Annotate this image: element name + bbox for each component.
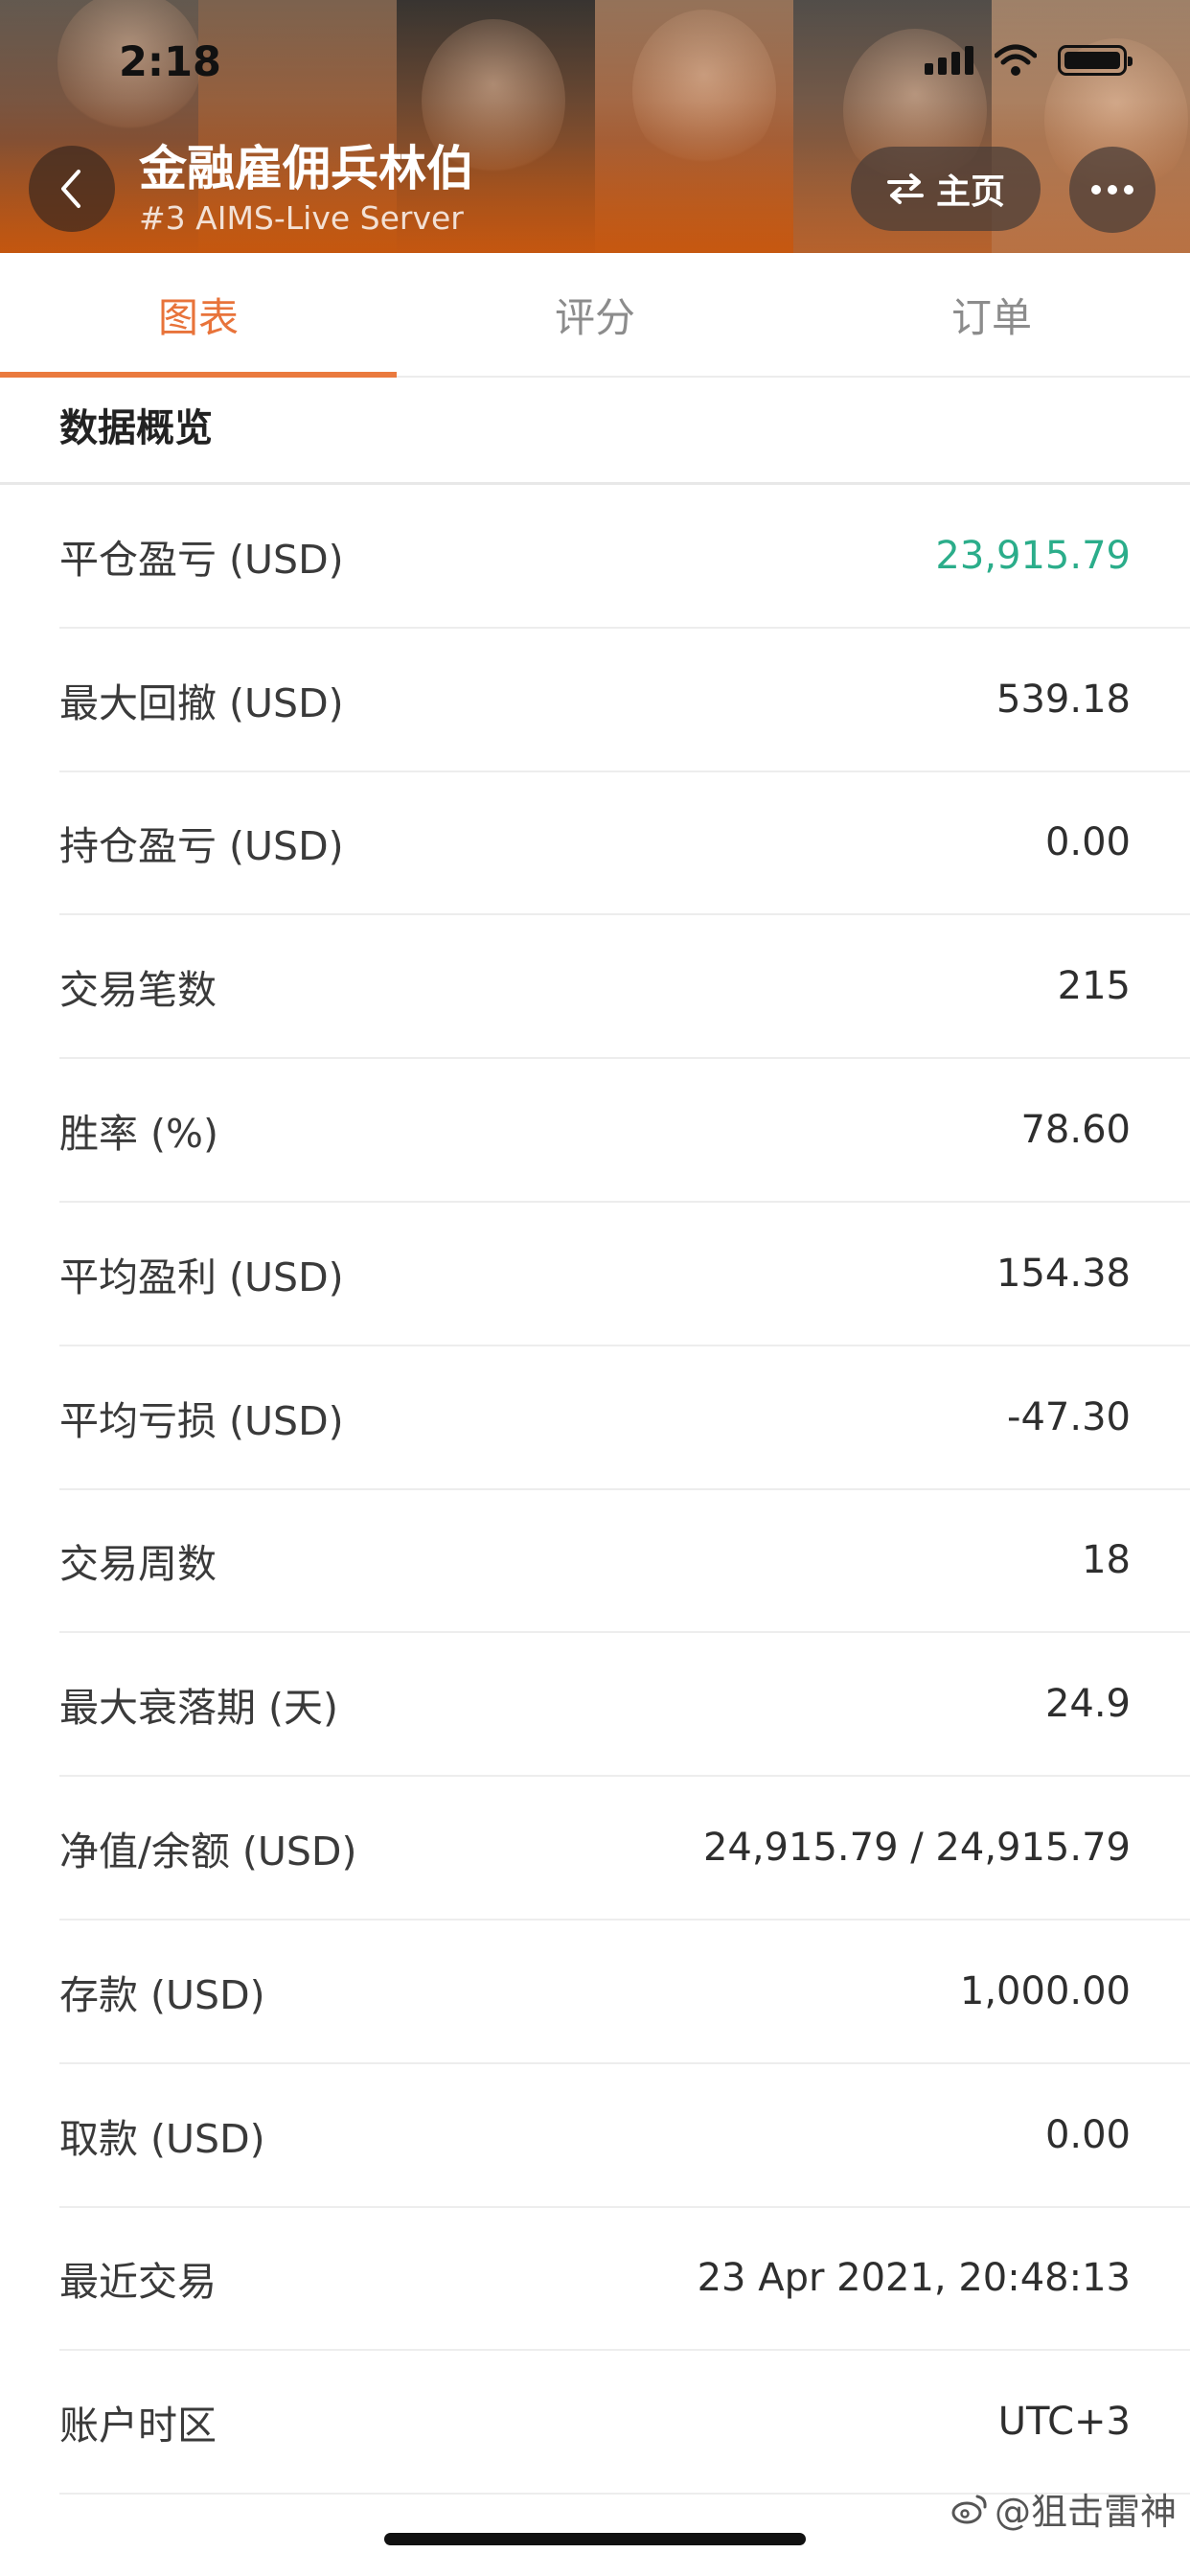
stat-value: 154.38 <box>996 1251 1131 1296</box>
stat-row-avg-loss: 平均亏损 (USD) -47.30 <box>59 1346 1190 1490</box>
stat-value: 18 <box>1082 1538 1131 1583</box>
page: 2:18 金融雇佣兵林伯 #3 AIMS-Live Server 主页 图表 评… <box>0 0 1190 2576</box>
stat-label: 平均盈利 (USD) <box>59 1254 344 1300</box>
stat-label: 最大回撤 (USD) <box>59 679 344 726</box>
tab-orders[interactable]: 订单 <box>793 253 1190 376</box>
stat-label: 最近交易 <box>59 2259 217 2306</box>
stat-value: 1,000.00 <box>959 1968 1131 2013</box>
stat-row-trade-count: 交易笔数 215 <box>59 915 1190 1060</box>
stat-value: 23,915.79 <box>935 533 1131 578</box>
battery-icon <box>1058 45 1133 76</box>
more-dots-icon <box>1091 185 1101 195</box>
stat-value: 215 <box>1057 964 1131 1009</box>
stat-label: 胜率 (%) <box>59 1111 218 1158</box>
status-icons <box>925 44 1133 77</box>
wifi-icon <box>995 44 1037 76</box>
stat-label: 取款 (USD) <box>59 2115 265 2162</box>
stat-row-trading-weeks: 交易周数 18 <box>59 1490 1190 1634</box>
stat-row-account-timezone: 账户时区 UTC+3 <box>59 2351 1190 2496</box>
page-title: 金融雇佣兵林伯 <box>139 141 474 196</box>
header: 2:18 金融雇佣兵林伯 #3 AIMS-Live Server 主页 <box>0 0 1190 253</box>
stat-label: 交易笔数 <box>59 967 217 1014</box>
stat-value: -47.30 <box>1007 1394 1131 1439</box>
stat-label: 交易周数 <box>59 1541 217 1588</box>
chevron-left-icon <box>61 170 80 208</box>
stat-value: 0.00 <box>1044 2112 1131 2157</box>
stat-value: 24,915.79 / 24,915.79 <box>702 1826 1131 1871</box>
stat-label: 持仓盈亏 (USD) <box>59 823 344 870</box>
page-subtitle: #3 AIMS-Live Server <box>139 199 464 237</box>
stat-label: 平均亏损 (USD) <box>59 1397 344 1444</box>
stat-label: 账户时区 <box>59 2403 217 2450</box>
stat-row-withdrawals: 取款 (USD) 0.00 <box>59 2064 1190 2208</box>
stat-row-deposits: 存款 (USD) 1,000.00 <box>59 1920 1190 2064</box>
stat-value: 24.9 <box>1044 1682 1131 1727</box>
more-button[interactable] <box>1069 147 1156 233</box>
home-button-label: 主页 <box>935 172 1005 212</box>
stat-label: 净值/余额 (USD) <box>59 1828 357 1875</box>
stat-label: 存款 (USD) <box>59 1971 265 2018</box>
stat-row-max-decline-period: 最大衰落期 (天) 24.9 <box>59 1633 1190 1778</box>
home-button[interactable]: 主页 <box>851 147 1041 231</box>
weibo-icon <box>951 2495 987 2523</box>
status-time: 2:18 <box>119 38 221 86</box>
cellular-signal-icon <box>925 46 973 75</box>
back-button[interactable] <box>29 146 115 232</box>
stat-row-floating-pnl: 持仓盈亏 (USD) 0.00 <box>59 772 1190 916</box>
stat-value: UTC+3 <box>997 2400 1131 2445</box>
stat-label: 最大衰落期 (天) <box>59 1685 339 1732</box>
tab-chart[interactable]: 图表 <box>0 253 397 378</box>
stats-list: 平仓盈亏 (USD) 23,915.79 最大回撤 (USD) 539.18 持… <box>0 485 1190 2496</box>
tab-rating[interactable]: 评分 <box>397 253 793 376</box>
watermark: @狙击雷神 <box>950 2482 1177 2535</box>
stat-row-max-drawdown: 最大回撤 (USD) 539.18 <box>59 629 1190 772</box>
section-title: 数据概览 <box>59 406 213 450</box>
stat-value: 539.18 <box>996 677 1131 722</box>
home-indicator[interactable] <box>384 2533 806 2545</box>
stat-row-equity-balance: 净值/余额 (USD) 24,915.79 / 24,915.79 <box>59 1777 1190 1920</box>
tab-bar: 图表 评分 订单 <box>0 253 1190 378</box>
stat-row-last-trade: 最近交易 23 Apr 2021, 20:48:13 <box>59 2208 1190 2352</box>
stat-value: 0.00 <box>1044 820 1131 865</box>
stat-row-win-rate: 胜率 (%) 78.60 <box>59 1059 1190 1203</box>
stat-row-avg-profit: 平均盈利 (USD) 154.38 <box>59 1203 1190 1346</box>
stat-value: 78.60 <box>1020 1108 1131 1153</box>
stat-value: 23 Apr 2021, 20:48:13 <box>697 2256 1131 2301</box>
swap-arrows-icon <box>886 173 924 204</box>
stat-label: 平仓盈亏 (USD) <box>59 536 344 583</box>
watermark-text: @狙击雷神 <box>994 2491 1177 2533</box>
stat-row-closed-pnl: 平仓盈亏 (USD) 23,915.79 <box>59 485 1190 629</box>
